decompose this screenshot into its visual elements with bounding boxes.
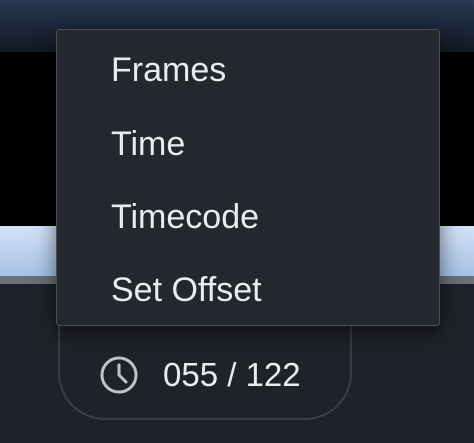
menu-item-frames[interactable]: Frames xyxy=(57,38,439,102)
time-display-menu: Frames Time Timecode Set Offset xyxy=(56,29,440,326)
frame-counter-text: 055 / 122 xyxy=(163,356,301,393)
menu-item-timecode[interactable]: Timecode xyxy=(57,185,439,249)
menu-item-set-offset[interactable]: Set Offset xyxy=(57,258,439,322)
frame-counter-button[interactable]: 055 / 122 xyxy=(58,279,352,420)
menu-item-time[interactable]: Time xyxy=(57,112,439,176)
clock-icon xyxy=(98,354,140,396)
